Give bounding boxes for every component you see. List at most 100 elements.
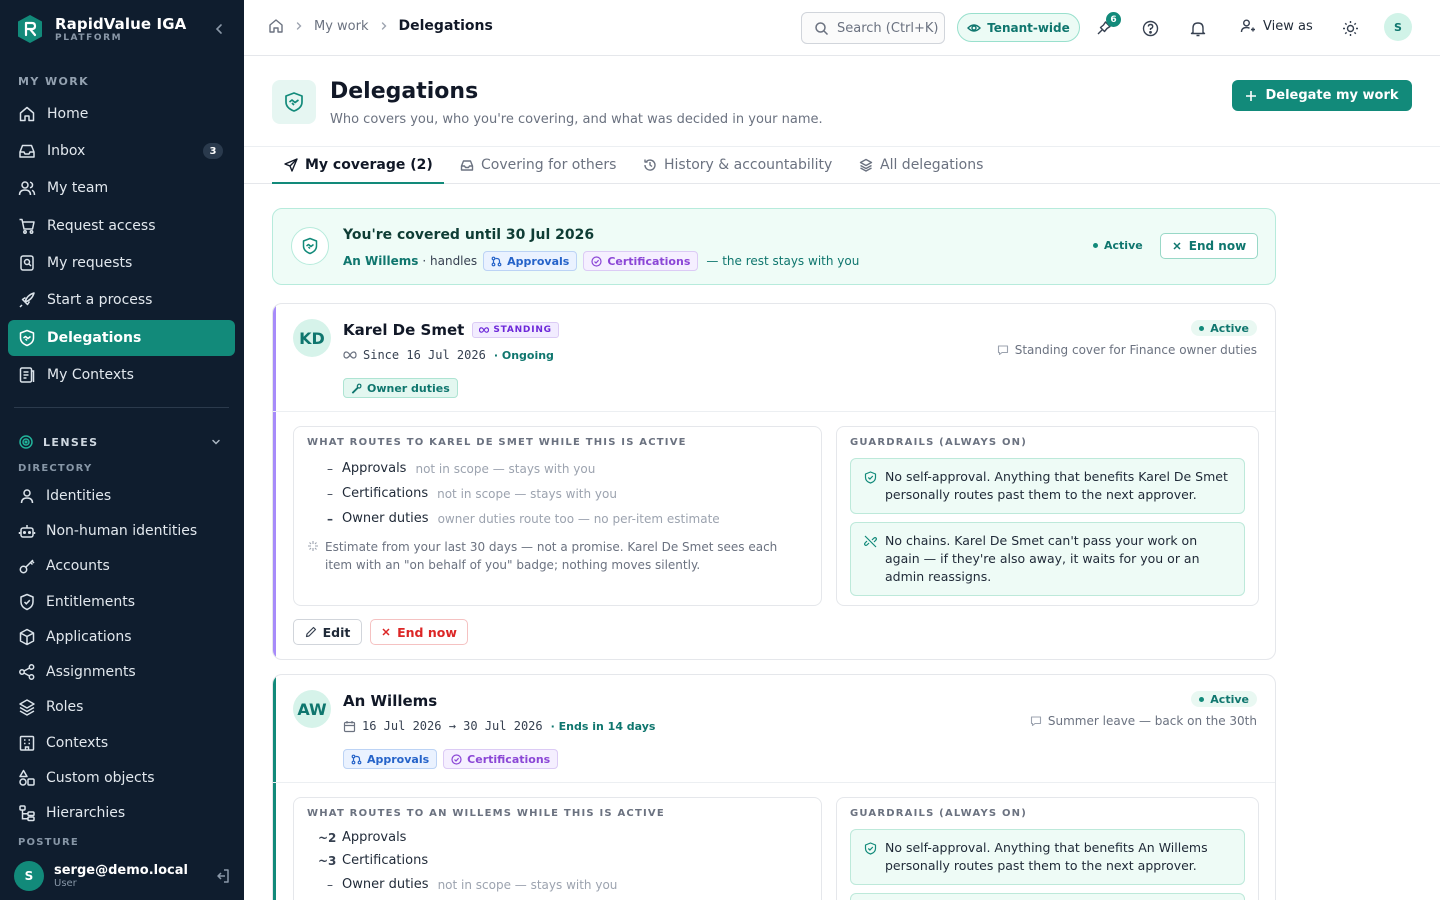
- guardrails-panel: GUARDRAILS (ALWAYS ON) No self-approval.…: [836, 426, 1259, 606]
- status-label: Active: [1104, 239, 1143, 252]
- avatar: AW: [293, 690, 331, 728]
- sidebar-item-hierarchies[interactable]: Hierarchies: [18, 801, 125, 825]
- routing-panel: WHAT ROUTES TO KAREL DE SMET WHILE THIS …: [293, 426, 822, 606]
- logout-icon[interactable]: [214, 868, 230, 884]
- sidebar-item-roles[interactable]: Roles: [18, 695, 83, 719]
- sidebar-item-contexts[interactable]: Contexts: [18, 731, 108, 755]
- user-panel: S serge@demo.local User: [0, 852, 244, 900]
- tab-my-coverage[interactable]: My coverage (2): [284, 155, 433, 175]
- directory-item-label: Assignments: [46, 664, 136, 680]
- sidebar-item-my-team[interactable]: My team: [8, 170, 235, 206]
- search-input[interactable]: Search (Ctrl+K): [801, 12, 945, 44]
- route-marker: ~2: [318, 830, 337, 845]
- collapse-sidebar-icon[interactable]: [212, 22, 226, 36]
- guardrails-panel: GUARDRAILS (ALWAYS ON) No self-approval.…: [836, 797, 1259, 900]
- box-icon: [18, 628, 36, 646]
- estimate-note: Estimate from your last 30 days — not a …: [307, 538, 797, 574]
- tenant-scope-toggle[interactable]: Tenant-wide: [957, 13, 1080, 42]
- directory-item-label: Entitlements: [46, 594, 135, 610]
- sidebar-item-identities[interactable]: Identities: [18, 484, 111, 508]
- sidebar-item-my-requests[interactable]: My requests: [8, 245, 235, 281]
- banner-summary: An Willems · handles Approvals Certifica…: [343, 251, 859, 271]
- user-avatar[interactable]: S: [1384, 13, 1412, 41]
- delegate-my-work-button[interactable]: Delegate my work: [1232, 80, 1412, 111]
- sidebar-item-accounts[interactable]: Accounts: [18, 554, 110, 578]
- sidebar-item-applications[interactable]: Applications: [18, 625, 132, 649]
- guardrail-text: No chains. Karel De Smet can't pass your…: [885, 533, 1200, 584]
- link-off-icon: [864, 535, 877, 586]
- sidebar-item-home[interactable]: Home: [8, 96, 235, 132]
- chevron-down-icon: [210, 436, 222, 448]
- sidebar-item-entitlements[interactable]: Entitlements: [18, 590, 135, 614]
- view-as-button[interactable]: View as: [1240, 18, 1313, 34]
- inbox-icon: [18, 142, 36, 160]
- user-avatar[interactable]: S: [14, 861, 44, 891]
- lenses-toggle[interactable]: LENSES: [18, 433, 228, 451]
- certifications-chip: Certifications: [583, 251, 699, 271]
- guardrail-no-self-approval: No self-approval. Anything that benefits…: [850, 458, 1245, 514]
- guardrail-text: No self-approval. Anything that benefits…: [885, 469, 1228, 502]
- shield-check-icon: [864, 842, 877, 875]
- sidebar-item-request-access[interactable]: Request access: [8, 208, 235, 244]
- crumb-current: Delegations: [398, 18, 493, 34]
- delegate-name[interactable]: An Willems: [343, 254, 418, 268]
- help-icon[interactable]: [1140, 18, 1160, 38]
- sidebar-item-label: Inbox: [47, 143, 86, 159]
- guardrail-no-self-approval: No self-approval. Anything that benefits…: [850, 829, 1245, 885]
- card-accent-stripe: [273, 675, 276, 900]
- card-divider: [273, 411, 1275, 412]
- coverage-banner: You're covered until 30 Jul 2026 An Will…: [272, 208, 1276, 285]
- check-circle-icon: [591, 255, 602, 267]
- person-icon: [18, 487, 36, 505]
- sidebar-item-non-human-identities[interactable]: Non-human identities: [18, 519, 197, 543]
- brand-logo-icon: [16, 12, 44, 46]
- shapes-icon: [18, 769, 36, 787]
- comment-icon: [1030, 715, 1042, 727]
- page-subtitle: Who covers you, who you're covering, and…: [330, 112, 823, 127]
- tab-all-delegations[interactable]: All delegations: [859, 155, 983, 175]
- brand[interactable]: RapidValue IGA PLATFORM: [16, 12, 186, 46]
- tab-history-accountability[interactable]: History & accountability: [643, 155, 832, 175]
- route-row: ~3 Certifications: [318, 853, 428, 868]
- sidebar-item-inbox[interactable]: Inbox 3: [8, 133, 235, 169]
- tab-label: History & accountability: [664, 157, 833, 173]
- delegate-button-label: Delegate my work: [1265, 88, 1399, 103]
- search-placeholder: Search (Ctrl+K): [837, 20, 939, 36]
- end-now-button[interactable]: End now: [1160, 233, 1258, 259]
- directory-item-label: Roles: [46, 699, 84, 715]
- page-title: Delegations: [330, 79, 479, 104]
- chip-label: Approvals: [507, 254, 570, 268]
- delegation-period: 16 Jul 2026 → 30 Jul 2026 · Ends in 14 d…: [343, 719, 655, 733]
- sidebar-item-assignments[interactable]: Assignments: [18, 660, 136, 684]
- sidebar-item-custom-objects[interactable]: Custom objects: [18, 766, 155, 790]
- merge-icon: [351, 754, 362, 765]
- theme-sun-icon[interactable]: [1340, 18, 1360, 38]
- directory-item-label: Accounts: [46, 558, 110, 574]
- contexts-icon: [18, 366, 36, 384]
- crumb-my-work[interactable]: My work: [314, 19, 369, 34]
- delegate-name-text[interactable]: An Willems: [343, 692, 437, 710]
- edit-button[interactable]: Edit: [293, 619, 362, 645]
- card-accent-stripe: [273, 304, 276, 659]
- breadcrumb: My work Delegations: [268, 18, 493, 34]
- bell-icon[interactable]: [1188, 18, 1208, 38]
- home-crumb-icon[interactable]: [268, 18, 284, 34]
- sidebar-item-delegations[interactable]: Delegations: [8, 320, 235, 356]
- standing-label: STANDING: [493, 325, 552, 335]
- banner-title: You're covered until 30 Jul 2026: [343, 227, 595, 243]
- sidebar-item-start-process[interactable]: Start a process: [8, 282, 235, 318]
- infinity-icon: [343, 351, 357, 359]
- delegate-name-text[interactable]: Karel De Smet: [343, 321, 464, 339]
- status-dot: [1199, 325, 1205, 331]
- tabs-top-divider: [244, 146, 1440, 147]
- owner-duties-chip: Owner duties: [343, 378, 458, 398]
- panel-title: GUARDRAILS (ALWAYS ON): [850, 437, 1028, 448]
- card-divider: [273, 782, 1275, 783]
- end-now-button[interactable]: End now: [370, 619, 468, 645]
- delegation-period: Since 16 Jul 2026 · Ongoing: [343, 348, 554, 362]
- sidebar-item-my-contexts[interactable]: My Contexts: [8, 357, 235, 393]
- shield-handshake-icon: [291, 227, 329, 265]
- sidebar-item-label: My Contexts: [47, 367, 134, 383]
- check-circle-icon: [451, 753, 462, 765]
- tab-covering-for-others[interactable]: Covering for others: [460, 155, 616, 175]
